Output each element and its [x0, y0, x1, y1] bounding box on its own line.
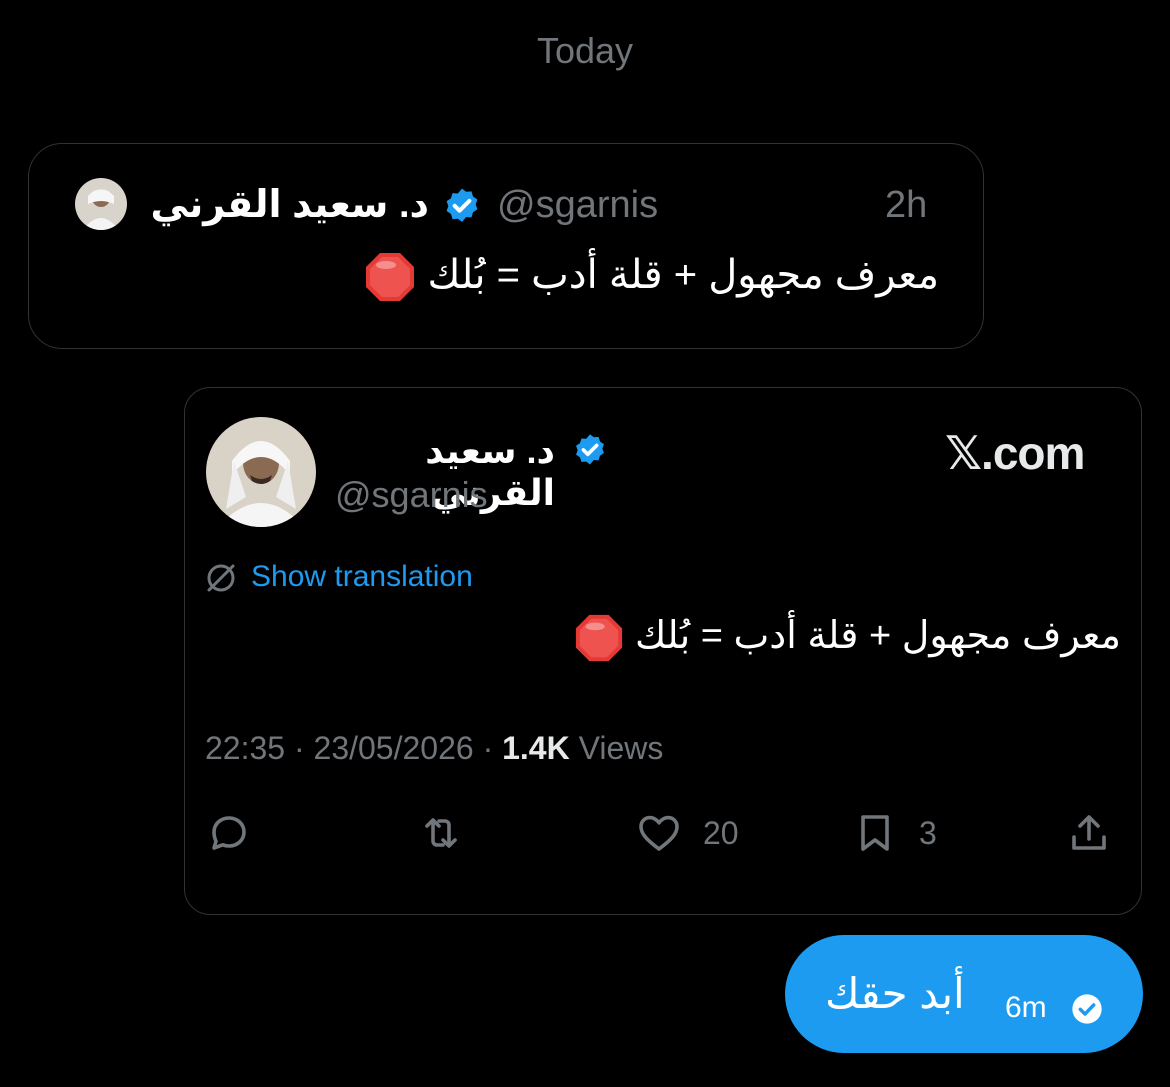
tweet-text: معرف مجهول + قلة أدب = بُلك	[205, 606, 1121, 666]
views-label: Views	[569, 730, 664, 766]
like-count: 20	[703, 814, 739, 851]
tweet-text-content: معرف مجهول + قلة أدب = بُلك	[635, 615, 1121, 657]
stop-sign-emoji-icon	[576, 614, 623, 662]
tweet-timestamp: 22:35 · 23/05/2026 ·	[205, 730, 503, 766]
avatar[interactable]	[206, 417, 316, 527]
show-translation-link[interactable]: Show translation	[251, 560, 473, 594]
author-handle: @sgarnis	[335, 474, 488, 515]
retweet-button[interactable]	[417, 808, 465, 858]
author-handle: @sgarnis	[497, 184, 659, 226]
tweet-meta: 22:35 · 23/05/2026 · 1.4K Views	[205, 730, 663, 767]
message-text: أبد حقك	[825, 970, 965, 1017]
shared-tweet-card[interactable]: د. سعيد القرني @sgarnis 𝕏.com Show trans…	[184, 387, 1142, 915]
x-com-logo[interactable]: 𝕏.com	[945, 426, 1085, 480]
share-icon	[1072, 815, 1106, 850]
stop-sign-emoji-icon	[366, 253, 415, 302]
heart-icon	[639, 815, 679, 851]
reply-text: معرف مجهول + قلة أدب = بُلك	[69, 244, 939, 306]
reply-button[interactable]	[205, 808, 253, 858]
bookmark-icon	[861, 815, 889, 851]
views-count: 1.4K	[502, 730, 570, 766]
message-time: 6m	[1005, 991, 1047, 1024]
retweet-icon	[425, 818, 457, 848]
bookmark-count: 3	[919, 814, 937, 851]
share-button[interactable]	[1065, 808, 1113, 858]
reply-text-content: معرف مجهول + قلة أدب = بُلك	[427, 253, 939, 297]
bookmark-button[interactable]: 3	[851, 808, 937, 858]
avatar[interactable]	[75, 178, 127, 230]
reply-icon	[212, 816, 246, 850]
outgoing-message-bubble[interactable]: أبد حقك 6m	[785, 935, 1143, 1053]
author-name: د. سعيد القرني	[150, 184, 429, 226]
verified-badge-icon	[446, 188, 478, 222]
reply-quote-card[interactable]: د. سعيد القرني @sgarnis 2h معرف مجهول + …	[28, 143, 984, 349]
post-time: 2h	[885, 184, 928, 226]
translate-globe-icon	[207, 564, 235, 592]
verified-badge-icon	[576, 434, 604, 465]
like-button[interactable]: 20	[635, 808, 739, 858]
check-circle-icon	[1072, 994, 1102, 1024]
day-separator: Today	[536, 30, 634, 71]
